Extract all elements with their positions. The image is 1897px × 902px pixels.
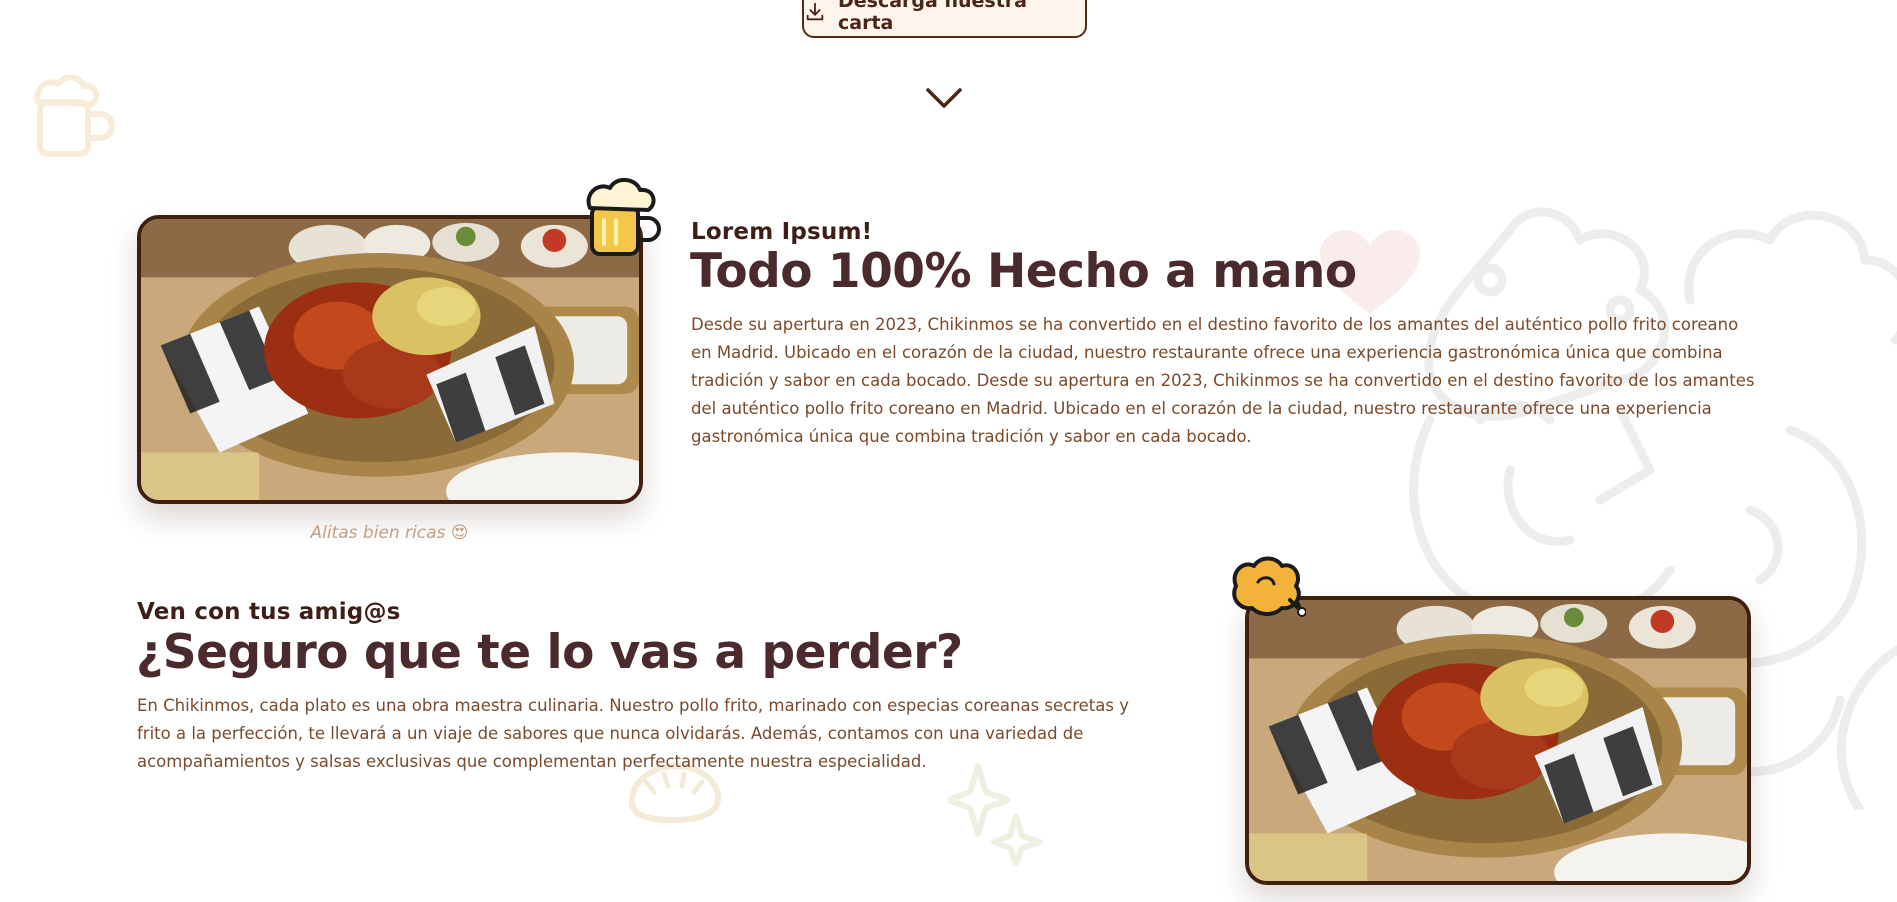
beer-mug-icon (586, 178, 661, 256)
download-button-label: Descarga nuestra carta (838, 0, 1027, 34)
page: Descarga nuestra carta Alitas bien ricas… (0, 0, 1897, 902)
image-caption: Alitas bien ricas 😍 (310, 523, 469, 543)
section-kicker-friends: Ven con tus amig@s (137, 599, 401, 625)
beer-doodle-icon (34, 74, 115, 157)
section-body-friends: En Chikinmos, cada plato es una obra mae… (137, 696, 1129, 771)
section-body-handmade: Desde su apertura en 2023, Chikinmos se … (691, 315, 1755, 446)
fried-chicken-icon (1232, 556, 1306, 617)
download-icon (804, 1, 826, 23)
fried-chicken-photo-2 (1245, 596, 1751, 885)
section-title-handmade: Todo 100% Hecho a mano (690, 244, 1357, 299)
chevron-down-icon[interactable] (926, 86, 962, 112)
fried-chicken-photo (137, 215, 643, 504)
section-title-friends: ¿Seguro que te lo vas a perder? (136, 625, 963, 680)
download-menu-button[interactable]: Descarga nuestra carta (802, 0, 1087, 38)
section-kicker-handmade: Lorem Ipsum! (691, 219, 873, 245)
sparkle-doodle-icon (948, 763, 1043, 866)
